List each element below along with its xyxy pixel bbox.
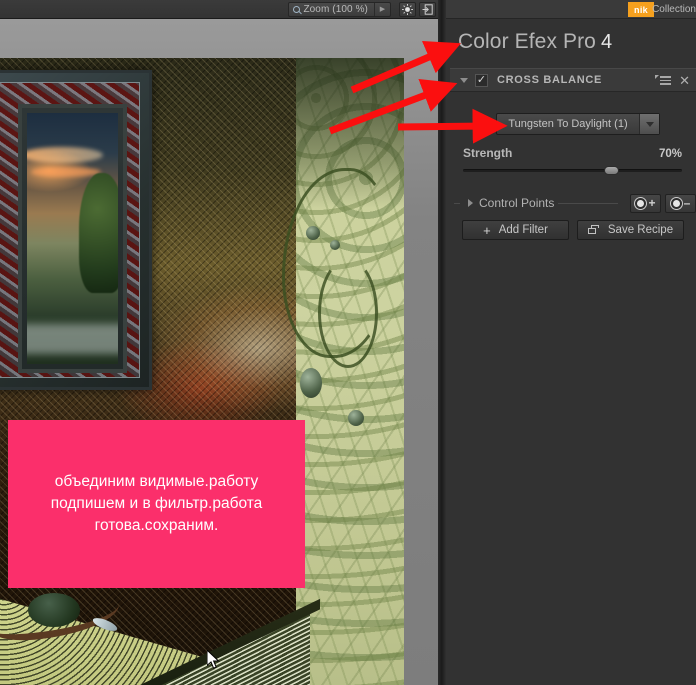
save-recipe-button[interactable]: Save Recipe bbox=[577, 220, 684, 240]
chevron-down-icon[interactable] bbox=[460, 77, 468, 83]
ornate-picture-frame bbox=[0, 70, 152, 390]
control-point-icon bbox=[670, 197, 682, 209]
highlight-glyph bbox=[402, 3, 413, 15]
strength-label: Strength bbox=[463, 146, 513, 160]
fit-to-screen-glyph bbox=[422, 3, 433, 15]
strength-row: Strength 70% bbox=[463, 146, 682, 160]
divider-right bbox=[558, 202, 618, 204]
strength-value: 70% bbox=[658, 148, 682, 160]
nik-logo: nik bbox=[628, 2, 654, 17]
highlight-icon[interactable] bbox=[399, 1, 416, 17]
color-efex-panel bbox=[446, 0, 696, 685]
image-canvas[interactable]: объединим видимые.работу подпишем и в фи… bbox=[0, 19, 438, 685]
orb-bead bbox=[348, 410, 364, 426]
cloud-highlight-2 bbox=[31, 167, 101, 177]
nik-collection-label: Collection bbox=[652, 4, 696, 15]
orb-bead bbox=[330, 240, 340, 250]
damask-panel bbox=[282, 58, 404, 685]
preset-label: Tungsten To Daylight (1) bbox=[508, 118, 628, 130]
add-filter-label: Add Filter bbox=[498, 224, 548, 236]
zoom-button[interactable]: Zoom (100 %) bbox=[289, 2, 375, 16]
fit-to-screen-icon[interactable] bbox=[419, 1, 436, 17]
save-recipe-label: Save Recipe bbox=[607, 224, 674, 236]
close-icon[interactable]: ✕ bbox=[679, 74, 690, 87]
add-control-point-label: + bbox=[648, 196, 656, 210]
filter-header-icons: ✕ bbox=[655, 74, 690, 87]
filter-header[interactable]: ✓ CROSS BALANCE ✕ bbox=[450, 68, 696, 92]
zoom-dropdown-arrow-icon[interactable]: ▶ bbox=[375, 3, 390, 16]
recipe-icon bbox=[587, 225, 600, 235]
cloud-highlight bbox=[27, 147, 103, 163]
mist-band bbox=[27, 324, 118, 354]
add-filter-button[interactable]: + Add Filter bbox=[462, 220, 569, 240]
edited-photo bbox=[0, 58, 404, 685]
annotation-text-box: объединим видимые.работу подпишем и в фи… bbox=[8, 420, 305, 588]
search-icon bbox=[293, 5, 301, 13]
remove-control-point-label: – bbox=[683, 196, 691, 210]
app-name: Color Efex Pro bbox=[458, 30, 596, 53]
preset-dropdown[interactable]: Tungsten To Daylight (1) bbox=[496, 113, 660, 135]
control-point-icon bbox=[635, 197, 647, 209]
orb-bead bbox=[300, 368, 322, 398]
app-version: 4 bbox=[600, 31, 613, 53]
zoom-label: Zoom (100 %) bbox=[303, 3, 368, 15]
image-toolbar: Zoom (100 %) ▶ bbox=[0, 0, 440, 19]
mouse-pointer bbox=[207, 650, 220, 669]
add-control-point-button[interactable]: + bbox=[630, 193, 661, 213]
filter-menu-icon[interactable] bbox=[655, 75, 672, 85]
divider-left bbox=[454, 202, 460, 204]
strength-slider[interactable] bbox=[463, 166, 682, 175]
filter-name-label: CROSS BALANCE bbox=[497, 74, 603, 86]
control-points-label: Control Points bbox=[479, 196, 555, 210]
round-object bbox=[28, 593, 80, 627]
frame-mat bbox=[18, 104, 127, 373]
orb-bead bbox=[306, 226, 320, 240]
plus-icon: + bbox=[483, 222, 491, 238]
control-points-row: Control Points + – bbox=[450, 190, 696, 216]
application-window: Zoom (100 %) ▶ объединим видимые.работу … bbox=[0, 0, 696, 685]
filter-enable-checkbox[interactable]: ✓ bbox=[475, 73, 488, 87]
landscape-photo bbox=[27, 113, 118, 364]
vine-scroll-2 bbox=[318, 258, 378, 368]
remove-control-point-button[interactable]: – bbox=[665, 193, 696, 213]
chevron-down-icon[interactable] bbox=[639, 114, 659, 134]
tree-silhouette bbox=[79, 173, 118, 293]
panel-divider bbox=[438, 0, 446, 685]
page-title: Color Efex Pro 4 bbox=[458, 30, 612, 54]
zoom-control-group[interactable]: Zoom (100 %) ▶ bbox=[288, 1, 391, 17]
chevron-right-icon[interactable] bbox=[468, 199, 473, 207]
annotation-text: объединим видимые.работу подпишем и в фи… bbox=[50, 473, 263, 534]
strength-slider-handle[interactable] bbox=[604, 166, 619, 175]
panel-action-buttons: + Add Filter Save Recipe bbox=[450, 220, 696, 240]
